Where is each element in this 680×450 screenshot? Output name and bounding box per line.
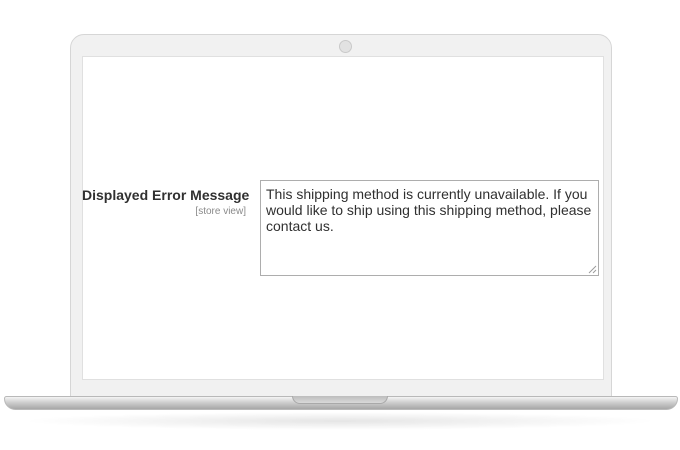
error-message-label-group: Displayed Error Message [store view] [82, 186, 250, 219]
laptop-shadow [20, 412, 660, 430]
resize-handle-icon[interactable] [588, 265, 597, 274]
webcam-icon [339, 40, 352, 53]
laptop-mockup: Displayed Error Message [store view] Thi… [0, 0, 680, 450]
laptop-notch [292, 396, 388, 404]
field-label: Displayed Error Message [82, 187, 250, 203]
textarea-value[interactable]: This shipping method is currently unavai… [266, 186, 592, 234]
scope-note: [store view] [195, 206, 246, 217]
error-message-textarea[interactable]: This shipping method is currently unavai… [260, 180, 599, 276]
